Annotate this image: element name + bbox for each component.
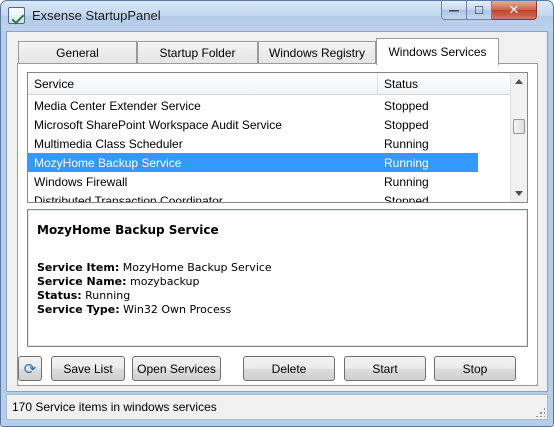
column-header-status[interactable]: Status [384, 77, 418, 91]
title-bar[interactable]: Exsense StartupPanel — ☐ ✕ [1, 1, 553, 31]
tab-general[interactable]: General [18, 41, 137, 64]
minimize-icon: — [448, 3, 460, 17]
detail-value: Running [85, 289, 131, 302]
client-area: General Startup Folder Windows Registry … [6, 31, 548, 392]
caption-buttons: — ☐ ✕ [441, 1, 537, 21]
tab-label: General [56, 46, 99, 60]
detail-service-name: Service Name: mozybackup [37, 275, 200, 288]
column-divider[interactable] [377, 73, 378, 95]
status-text: 170 Service items in windows services [12, 400, 217, 414]
detail-label: Service Item: [37, 261, 120, 274]
service-row-selected[interactable]: MozyHome Backup Service Running [28, 153, 478, 172]
service-status-cell: Stopped [384, 118, 429, 132]
close-button[interactable]: ✕ [492, 1, 537, 20]
service-status-cell: Stopped [384, 99, 429, 113]
maximize-button[interactable]: ☐ [467, 1, 492, 20]
scroll-up-icon[interactable] [515, 79, 523, 84]
close-icon: ✕ [508, 2, 520, 18]
stop-button[interactable]: Stop [434, 356, 516, 381]
service-status-cell: Stopped [384, 194, 429, 203]
scroll-down-icon[interactable] [515, 191, 523, 196]
detail-value: Win32 Own Process [123, 303, 232, 316]
column-header-service[interactable]: Service [34, 77, 74, 91]
details-divider [32, 252, 522, 253]
service-row[interactable]: Distributed Transaction Coordinator Stop… [28, 191, 478, 203]
service-status-cell: Running [384, 137, 429, 151]
service-name-cell: MozyHome Backup Service [34, 156, 182, 170]
app-icon[interactable] [8, 7, 25, 24]
start-button[interactable]: Start [344, 356, 426, 381]
service-list[interactable]: Service Status Media Center Extender Ser… [27, 72, 528, 203]
tab-label: Windows Registry [268, 46, 366, 60]
list-header: Service Status [28, 73, 510, 95]
resize-grip-icon[interactable] [535, 407, 545, 417]
detail-status: Status: Running [37, 289, 130, 302]
service-row[interactable]: Multimedia Class Scheduler Running [28, 134, 478, 153]
list-scrollbar[interactable] [510, 73, 527, 202]
service-name-cell: Microsoft SharePoint Workspace Audit Ser… [34, 118, 282, 132]
service-name-cell: Windows Firewall [34, 175, 128, 189]
service-row[interactable]: Microsoft SharePoint Workspace Audit Ser… [28, 115, 478, 134]
details-title: MozyHome Backup Service [37, 223, 219, 237]
windows-services-panel: Service Status Media Center Extender Ser… [17, 63, 538, 386]
service-row[interactable]: Windows Firewall Running [28, 172, 478, 191]
detail-value: MozyHome Backup Service [122, 261, 272, 274]
tab-label: Startup Folder [159, 46, 236, 60]
service-name-cell: Distributed Transaction Coordinator [34, 194, 223, 203]
service-details: MozyHome Backup Service Service Item: Mo… [27, 209, 528, 347]
detail-value: mozybackup [130, 275, 200, 288]
open-services-button[interactable]: Open Services [132, 356, 221, 381]
detail-service-type: Service Type: Win32 Own Process [37, 303, 231, 316]
refresh-button[interactable]: ⟳ [18, 356, 42, 381]
tab-windows-services[interactable]: Windows Services [376, 38, 499, 65]
tab-label: Windows Services [388, 45, 487, 59]
status-bar: 170 Service items in windows services [6, 394, 548, 420]
service-name-cell: Multimedia Class Scheduler [34, 137, 183, 151]
minimize-button[interactable]: — [441, 1, 467, 20]
service-name-cell: Media Center Extender Service [34, 99, 201, 113]
service-row[interactable]: Media Center Extender Service Stopped [28, 96, 478, 115]
detail-service-item: Service Item: MozyHome Backup Service [37, 261, 272, 274]
detail-label: Service Type: [37, 303, 120, 316]
window-title: Exsense StartupPanel [32, 8, 161, 23]
maximize-icon: ☐ [474, 3, 484, 17]
save-list-button[interactable]: Save List [51, 356, 125, 381]
tab-startup-folder[interactable]: Startup Folder [137, 41, 258, 64]
app-window: Exsense StartupPanel — ☐ ✕ General Start… [0, 0, 554, 427]
detail-label: Service Name: [37, 275, 127, 288]
scroll-thumb[interactable] [513, 119, 525, 134]
service-status-cell: Running [384, 175, 429, 189]
refresh-icon: ⟳ [23, 359, 37, 378]
service-status-cell: Running [384, 156, 429, 170]
detail-label: Status: [37, 289, 82, 302]
delete-button[interactable]: Delete [243, 356, 335, 381]
tab-windows-registry[interactable]: Windows Registry [258, 41, 376, 64]
